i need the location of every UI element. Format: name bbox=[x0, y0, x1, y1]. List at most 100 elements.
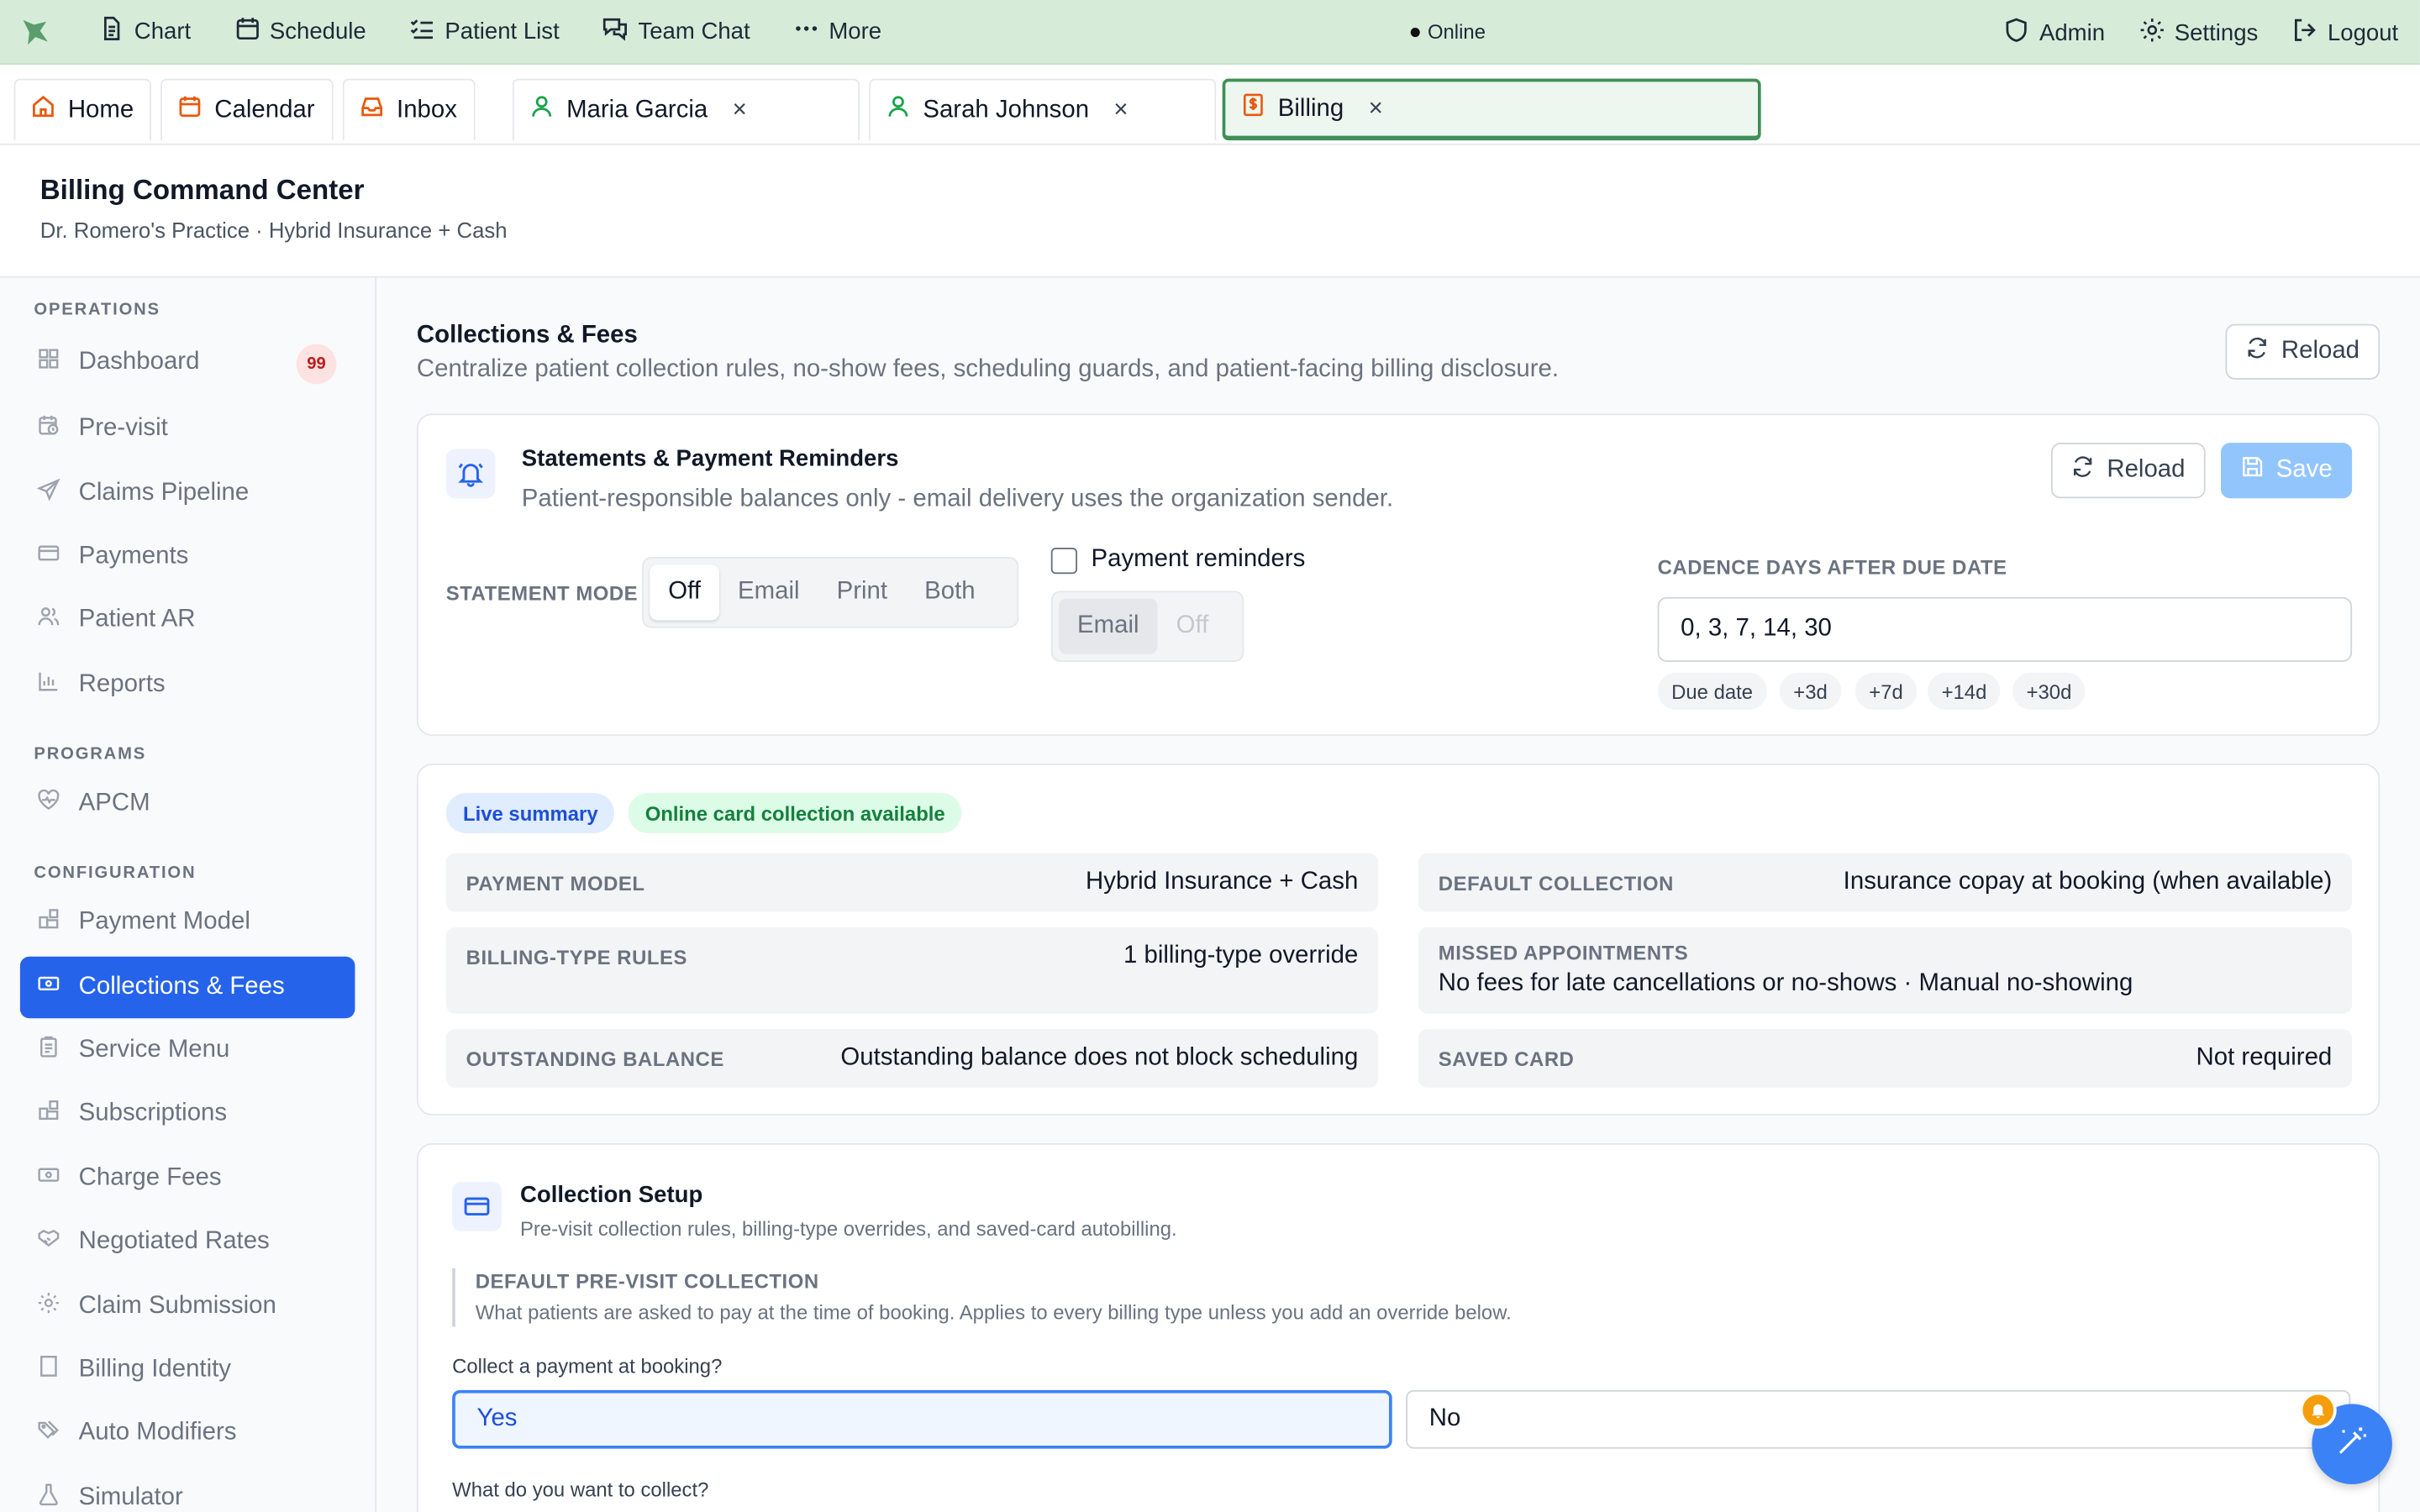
summary-value: 1 billing-type override bbox=[1123, 942, 1359, 969]
tab-calendar-label: Calendar bbox=[214, 96, 315, 123]
sidebar-item-claim-submission[interactable]: Claim Submission bbox=[20, 1276, 355, 1337]
cadence-days-input[interactable]: 0, 3, 7, 14, 30 bbox=[1657, 596, 2353, 662]
tab-billing[interactable]: Billing × bbox=[1222, 78, 1761, 141]
sidebar-item-label: APCM bbox=[78, 790, 150, 816]
sidebar-item-claims-pipeline[interactable]: Claims Pipeline bbox=[20, 463, 355, 524]
sidebar-item-subscriptions[interactable]: Subscriptions bbox=[20, 1083, 355, 1144]
close-icon[interactable]: × bbox=[1369, 95, 1383, 123]
summary-key: DEFAULT COLLECTION bbox=[1438, 871, 1674, 895]
save-button-label: Save bbox=[2275, 456, 2333, 483]
statement-mode-label: STATEMENT MODE bbox=[445, 581, 639, 605]
statements-card: Statements & Payment Reminders Patient-r… bbox=[416, 413, 2381, 737]
statement-mode-email[interactable]: Email bbox=[719, 564, 818, 620]
nav-chart[interactable]: Chart bbox=[99, 15, 191, 48]
sidebar-item-label: Claim Submission bbox=[78, 1293, 276, 1320]
reminder-channel-email[interactable]: Email bbox=[1058, 598, 1158, 654]
sidebar-item-label: Dashboard bbox=[78, 349, 200, 375]
sidebar-item-auto-modifiers[interactable]: Auto Modifiers bbox=[20, 1403, 355, 1464]
statement-mode-both[interactable]: Both bbox=[906, 564, 994, 620]
nav-schedule[interactable]: Schedule bbox=[234, 15, 366, 48]
app-logo-icon[interactable] bbox=[18, 14, 52, 48]
sidebar-item-negotiated-rates[interactable]: Negotiated Rates bbox=[20, 1211, 355, 1273]
credit-card-icon bbox=[452, 1181, 502, 1231]
statements-reload-button[interactable]: Reload bbox=[2050, 443, 2206, 499]
sidebar-item-label: Charge Fees bbox=[78, 1164, 222, 1191]
statements-save-button[interactable]: Save bbox=[2221, 443, 2353, 499]
section-subtitle: Centralize patient collection rules, no-… bbox=[416, 356, 1560, 383]
tab-inbox-label: Inbox bbox=[397, 96, 457, 123]
building-icon bbox=[37, 1355, 60, 1386]
sidebar-item-label: Payment Model bbox=[78, 908, 250, 936]
sidebar: OPERATIONS Dashboard 99 Pre-visit Claims… bbox=[0, 277, 377, 1512]
live-summary-card: Live summary Online card collection avai… bbox=[416, 764, 2381, 1116]
reload-button[interactable]: Reload bbox=[2225, 323, 2381, 380]
tab-billing-label: Billing bbox=[1277, 94, 1344, 122]
nav-patient-list[interactable]: Patient List bbox=[409, 15, 560, 48]
payment-reminders-checkbox[interactable] bbox=[1050, 548, 1078, 575]
handshake-icon bbox=[37, 1226, 60, 1257]
payment-reminders-label: Payment reminders bbox=[1091, 546, 1306, 573]
statement-mode-selector: Off Email Print Both bbox=[642, 557, 1019, 628]
tab-inbox[interactable]: Inbox bbox=[342, 78, 476, 141]
flask-icon bbox=[37, 1483, 60, 1512]
nav-admin[interactable]: Admin bbox=[2004, 16, 2105, 49]
banknote-icon bbox=[37, 972, 60, 1003]
inbox-icon bbox=[360, 94, 384, 127]
dollar-receipt-icon bbox=[1241, 92, 1265, 125]
sidebar-item-label: Claims Pipeline bbox=[78, 480, 250, 507]
nav-admin-label: Admin bbox=[2039, 18, 2106, 46]
sidebar-item-label: Simulator bbox=[78, 1483, 183, 1511]
sidebar-item-charge-fees[interactable]: Charge Fees bbox=[20, 1148, 355, 1210]
collect-no-option[interactable]: No bbox=[1406, 1389, 2351, 1449]
sidebar-item-label: Billing Identity bbox=[78, 1356, 231, 1383]
sidebar-item-billing-identity[interactable]: Billing Identity bbox=[20, 1339, 355, 1400]
nav-team-chat[interactable]: Team Chat bbox=[602, 15, 750, 48]
notification-bell-icon[interactable] bbox=[2299, 1391, 2337, 1429]
statement-mode-off[interactable]: Off bbox=[650, 564, 719, 621]
sidebar-item-dashboard[interactable]: Dashboard 99 bbox=[20, 332, 355, 393]
nav-more[interactable]: More bbox=[793, 15, 881, 48]
tab-home[interactable]: Home bbox=[13, 78, 151, 141]
close-icon[interactable]: × bbox=[1113, 97, 1128, 124]
sidebar-item-label: Pre-visit bbox=[78, 415, 168, 442]
credit-card-icon bbox=[37, 542, 60, 573]
blocks-icon bbox=[37, 1099, 60, 1130]
sidebar-item-reports[interactable]: Reports bbox=[20, 654, 355, 716]
tab-patient-maria-garcia[interactable]: Maria Garcia × bbox=[512, 78, 860, 141]
tab-home-label: Home bbox=[67, 96, 134, 123]
heart-pulse-icon bbox=[37, 789, 60, 820]
summary-value: Not required bbox=[2196, 1044, 2333, 1071]
refresh-icon bbox=[2246, 336, 2270, 367]
reminder-channel-off[interactable]: Off bbox=[1158, 599, 1228, 654]
logout-icon bbox=[2292, 16, 2318, 49]
sidebar-item-payment-model[interactable]: Payment Model bbox=[20, 892, 355, 953]
tags-icon bbox=[37, 1418, 60, 1449]
statement-mode-print[interactable]: Print bbox=[818, 564, 907, 620]
divider bbox=[452, 1268, 455, 1327]
sidebar-section-programs: PROGRAMS bbox=[34, 745, 147, 764]
collect-yes-option[interactable]: Yes bbox=[452, 1389, 1392, 1449]
top-right-actions: Admin Settings Logout bbox=[2004, 0, 2398, 65]
sidebar-item-pre-visit[interactable]: Pre-visit bbox=[20, 398, 355, 459]
sidebar-item-patient-ar[interactable]: Patient AR bbox=[20, 590, 355, 651]
gear-icon bbox=[2139, 16, 2165, 49]
sidebar-item-simulator[interactable]: Simulator bbox=[20, 1467, 355, 1512]
collection-setup-subtitle: Pre-visit collection rules, billing-type… bbox=[519, 1217, 1177, 1241]
banknote-icon bbox=[37, 1163, 60, 1194]
sidebar-section-operations: OPERATIONS bbox=[34, 301, 160, 320]
statements-reload-label: Reload bbox=[2107, 456, 2186, 483]
sidebar-item-label: Reports bbox=[78, 670, 166, 698]
sidebar-item-payments[interactable]: Payments bbox=[20, 526, 355, 587]
sidebar-item-collections-fees[interactable]: Collections & Fees bbox=[19, 956, 355, 1019]
tab-calendar[interactable]: Calendar bbox=[160, 78, 334, 141]
tab-patient-sarah-johnson[interactable]: Sarah Johnson × bbox=[869, 78, 1217, 141]
sidebar-item-apcm[interactable]: APCM bbox=[20, 773, 355, 834]
nav-settings[interactable]: Settings bbox=[2139, 16, 2258, 49]
cadence-chip: +7d bbox=[1854, 672, 1918, 710]
reminder-channel-selector: Email Off bbox=[1050, 591, 1244, 662]
sidebar-item-service-menu[interactable]: Service Menu bbox=[20, 1020, 355, 1081]
nav-logout[interactable]: Logout bbox=[2292, 16, 2398, 49]
close-icon[interactable]: × bbox=[733, 97, 747, 124]
summary-row-outstanding-balance: OUTSTANDING BALANCE Outstanding balance … bbox=[445, 1029, 1379, 1088]
status-dot-icon bbox=[1410, 27, 1420, 37]
